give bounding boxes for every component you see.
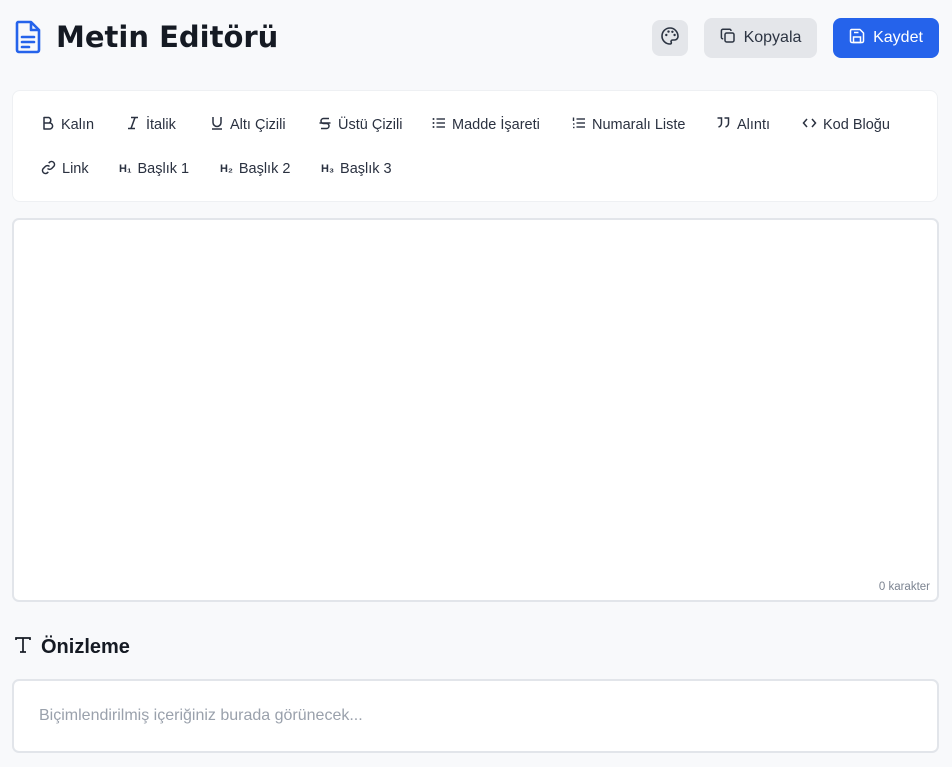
- copy-icon: [720, 27, 744, 49]
- copy-button[interactable]: Kopyala: [704, 18, 817, 58]
- heading2-label: Başlık 2: [238, 161, 291, 177]
- heading2-button[interactable]: H₂ Başlık 2: [220, 157, 290, 181]
- numbered-list-icon: [572, 116, 592, 134]
- preview-placeholder: Biçimlendirilmiş içeriğiniz burada görün…: [39, 707, 363, 724]
- preview-header: Önizleme: [14, 636, 130, 659]
- save-icon: [849, 28, 873, 49]
- quote-icon: [716, 116, 737, 134]
- strikethrough-label: Üstü Çizili: [338, 117, 403, 133]
- numbered-list-label: Numaralı Liste: [592, 117, 686, 133]
- bold-icon: [41, 116, 61, 134]
- preview-title: Önizleme: [41, 636, 130, 658]
- heading3-icon: H₃: [321, 163, 335, 175]
- underline-label: Altı Çizili: [230, 117, 286, 133]
- heading3-button[interactable]: H₃ Başlık 3: [321, 157, 392, 181]
- numbered-list-button[interactable]: Numaralı Liste: [572, 113, 685, 137]
- quote-label: Alıntı: [737, 117, 771, 133]
- character-counter: 0 karakter: [878, 581, 930, 593]
- text-icon: [14, 636, 32, 659]
- document-icon: [14, 20, 42, 54]
- code-block-label: Kod Bloğu: [823, 117, 890, 133]
- underline-button[interactable]: Altı Çizili: [210, 113, 286, 137]
- preview-panel: Biçimlendirilmiş içeriğiniz burada görün…: [12, 679, 939, 753]
- copy-button-label: Kopyala: [743, 29, 802, 46]
- bullet-list-label: Madde İşareti: [452, 117, 540, 133]
- italic-button[interactable]: İtalik: [126, 113, 176, 137]
- heading2-icon: H₂: [220, 163, 233, 175]
- code-block-button[interactable]: Kod Bloğu: [802, 113, 890, 137]
- app-header: Metin Editörü Kopyala Kaydet: [0, 0, 952, 78]
- code-icon: [802, 116, 823, 134]
- save-button[interactable]: Kaydet: [833, 18, 939, 58]
- bold-label: Kalın: [61, 117, 95, 133]
- strikethrough-icon: [318, 116, 338, 134]
- heading1-label: Başlık 1: [137, 161, 190, 177]
- heading1-button[interactable]: H₁ Başlık 1: [119, 157, 189, 181]
- page-title: Metin Editörü: [56, 20, 279, 54]
- italic-label: İtalik: [146, 117, 176, 133]
- theme-button[interactable]: [652, 20, 688, 56]
- heading1-icon: H₁: [119, 163, 132, 175]
- link-icon: [41, 160, 62, 179]
- bullet-list-button[interactable]: Madde İşareti: [432, 113, 540, 137]
- palette-icon: [660, 26, 680, 51]
- bullet-list-icon: [432, 116, 452, 134]
- bold-button[interactable]: Kalın: [41, 113, 94, 137]
- quote-button[interactable]: Alıntı: [716, 113, 770, 137]
- format-toolbar: Kalın İtalik Altı Çizili Üstü Çizili Mad…: [12, 90, 938, 202]
- strikethrough-button[interactable]: Üstü Çizili: [318, 113, 402, 137]
- title-group: Metin Editörü: [14, 20, 278, 54]
- link-button[interactable]: Link: [41, 157, 89, 181]
- heading3-label: Başlık 3: [340, 161, 392, 177]
- editor-textarea[interactable]: 0 karakter: [12, 218, 939, 602]
- underline-icon: [210, 116, 230, 134]
- italic-icon: [126, 116, 146, 134]
- save-button-label: Kaydet: [873, 29, 923, 46]
- link-label: Link: [62, 161, 89, 177]
